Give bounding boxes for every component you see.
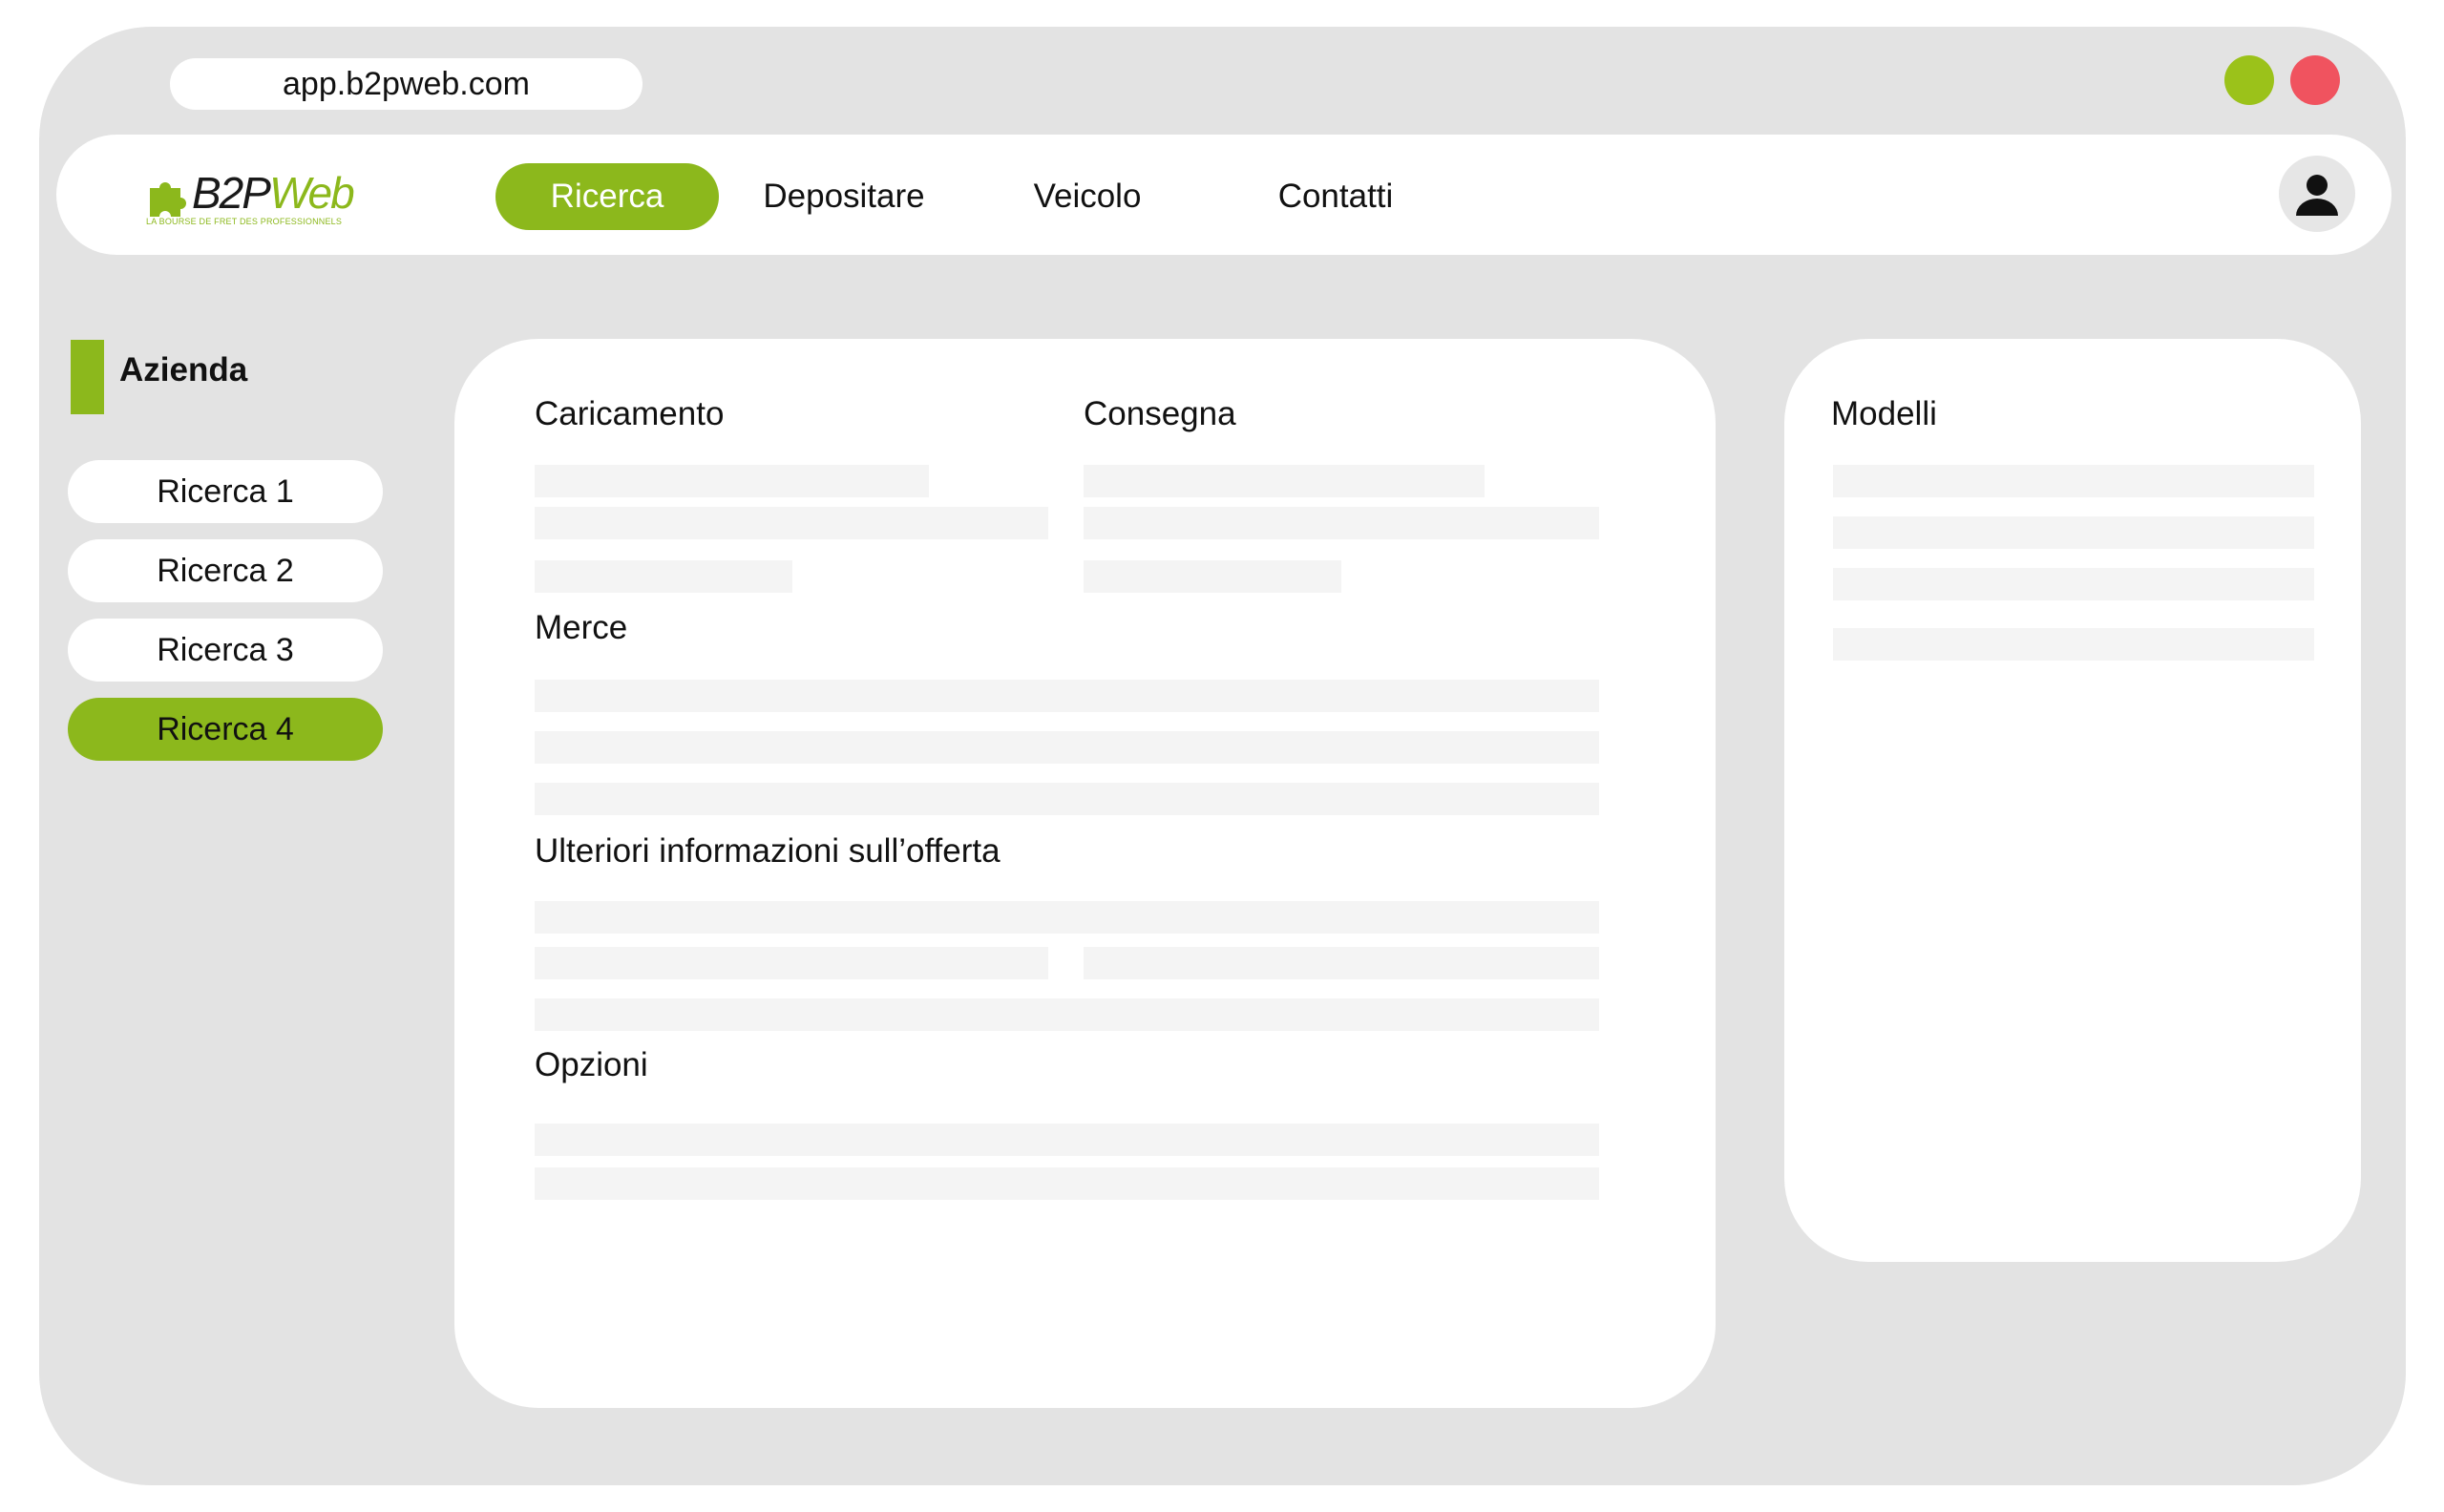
- model-item-3[interactable]: [1833, 568, 2314, 600]
- model-item-4[interactable]: [1833, 628, 2314, 661]
- goods-field-3[interactable]: [535, 783, 1599, 815]
- extra-info-section-label: Ulteriori informazioni sull’offerta: [535, 832, 1001, 870]
- section-marker: [71, 340, 104, 414]
- options-field-1[interactable]: [535, 1124, 1599, 1156]
- nav-tab-contatti[interactable]: Contatti: [1240, 163, 1431, 230]
- nav-tab-ricerca[interactable]: Ricerca: [495, 163, 719, 230]
- sidebar-item-ricerca-2[interactable]: Ricerca 2: [68, 539, 383, 602]
- address-bar[interactable]: app.b2pweb.com: [170, 58, 643, 110]
- sidebar-item-ricerca-3[interactable]: Ricerca 3: [68, 619, 383, 682]
- models-title: Modelli: [1831, 395, 1937, 432]
- sidebar-item-ricerca-4[interactable]: Ricerca 4: [68, 698, 383, 761]
- loading-field-1[interactable]: [535, 465, 929, 497]
- extra-info-field-4[interactable]: [535, 998, 1599, 1031]
- options-section-label: Opzioni: [535, 1046, 648, 1083]
- goods-field-2[interactable]: [535, 731, 1599, 764]
- search-form-card: Caricamento Consegna Merce Ulteriori inf…: [454, 339, 1716, 1408]
- puzzle-piece-icon: [150, 182, 186, 217]
- sidebar-title: Azienda: [119, 351, 248, 388]
- model-item-1[interactable]: [1833, 465, 2314, 497]
- loading-field-2[interactable]: [535, 507, 1048, 539]
- user-account-button[interactable]: [2279, 156, 2355, 232]
- delivery-section-label: Consegna: [1084, 395, 1236, 432]
- minimize-button[interactable]: [2224, 55, 2274, 105]
- extra-info-field-2[interactable]: [535, 947, 1048, 979]
- extra-info-field-3[interactable]: [1084, 947, 1599, 979]
- sidebar-item-ricerca-1[interactable]: Ricerca 1: [68, 460, 383, 523]
- extra-info-field-1[interactable]: [535, 901, 1599, 934]
- b2pweb-logo[interactable]: B2PWeb LA BOURSE DE FRET DES PROFESSIONN…: [144, 161, 355, 228]
- goods-field-1[interactable]: [535, 680, 1599, 712]
- top-navigation-bar: B2PWeb LA BOURSE DE FRET DES PROFESSIONN…: [56, 135, 2391, 255]
- options-field-2[interactable]: [535, 1167, 1599, 1200]
- delivery-field-1[interactable]: [1084, 465, 1485, 497]
- close-button[interactable]: [2290, 55, 2340, 105]
- delivery-field-2[interactable]: [1084, 507, 1599, 539]
- loading-section-label: Caricamento: [535, 395, 725, 432]
- browser-window: app.b2pweb.com B2PWeb LA BOURSE DE FRET …: [39, 27, 2406, 1485]
- delivery-field-3[interactable]: [1084, 560, 1341, 593]
- logo-tagline: LA BOURSE DE FRET DES PROFESSIONNELS: [146, 217, 343, 226]
- nav-tab-veicolo[interactable]: Veicolo: [1001, 163, 1173, 230]
- user-icon: [2296, 175, 2338, 216]
- logo-wordmark: B2PWeb: [192, 168, 355, 218]
- goods-section-label: Merce: [535, 609, 628, 646]
- models-card: Modelli: [1784, 339, 2361, 1262]
- loading-field-3[interactable]: [535, 560, 792, 593]
- nav-tab-depositare[interactable]: Depositare: [734, 163, 954, 230]
- model-item-2[interactable]: [1833, 516, 2314, 549]
- url-text: app.b2pweb.com: [283, 65, 530, 102]
